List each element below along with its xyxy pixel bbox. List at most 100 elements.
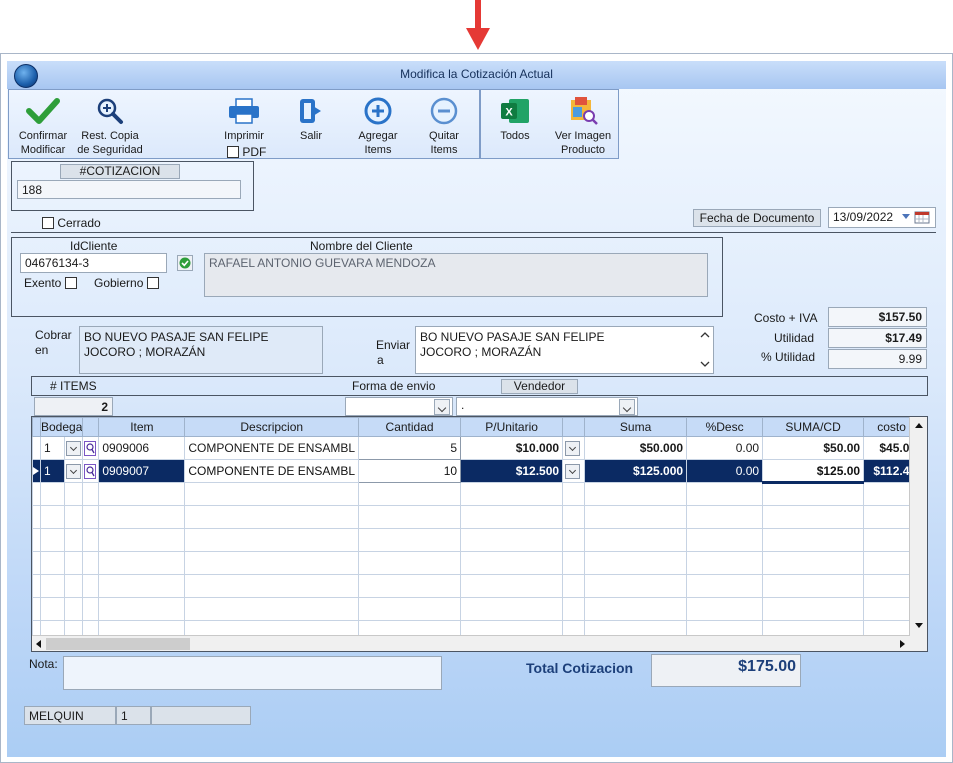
grid-vertical-scrollbar[interactable]: [909, 417, 927, 635]
closed-option[interactable]: Cerrado: [42, 215, 101, 230]
cell-descripcion[interactable]: COMPONENTE DE ENSAMBL: [184, 436, 360, 460]
client-id-field[interactable]: 04676134-3: [20, 253, 167, 273]
zoom-plus-icon: [97, 98, 123, 124]
view-product-image-button[interactable]: Ver Imagen Producto: [552, 97, 614, 157]
cell-desc-pct[interactable]: 0.00: [686, 436, 764, 460]
item-search-icon[interactable]: [84, 463, 97, 479]
pdf-checkbox[interactable]: [227, 145, 239, 158]
exit-button[interactable]: Salir: [288, 97, 334, 143]
checkmark-icon: [26, 98, 60, 124]
current-row-arrow-icon: [33, 467, 39, 475]
add-label-1: Agregar: [358, 130, 398, 142]
col-suma[interactable]: Suma: [584, 417, 688, 437]
items-table: Bodega Item Descripcion Cantidad P/Unita…: [32, 417, 921, 644]
table-row[interactable]: 1 0909006 COMPONENTE DE ENSAMBL 5 $10.00…: [32, 436, 921, 460]
cell-bodega-dd-wrap: [64, 459, 84, 483]
table-row-empty: [32, 528, 921, 552]
cell-cantidad[interactable]: 10: [358, 459, 462, 483]
cell-item[interactable]: 0909006: [98, 436, 186, 460]
seller-dropdown-icon[interactable]: [619, 399, 635, 415]
red-arrow-icon: [466, 0, 490, 50]
cell-descripcion[interactable]: COMPONENTE DE ENSAMBL: [184, 459, 360, 483]
col-search: [82, 417, 100, 437]
items-count-label: # ITEMS: [50, 379, 97, 393]
price-dropdown-icon[interactable]: [565, 463, 581, 479]
svg-text:X: X: [505, 107, 513, 119]
note-field[interactable]: [63, 656, 442, 690]
ship-to-label: Enviar a: [376, 338, 410, 368]
government-option[interactable]: Gobierno: [94, 275, 159, 290]
ship-to-label-1: Enviar: [376, 338, 411, 352]
government-checkbox[interactable]: [146, 276, 159, 289]
item-search-icon[interactable]: [84, 440, 97, 456]
cost-value: $157.50: [828, 307, 927, 327]
client-name-field[interactable]: RAFAEL ANTONIO GUEVARA MENDOZA: [204, 253, 708, 297]
col-descripcion[interactable]: Descripcion: [184, 417, 360, 437]
note-label: Nota:: [29, 657, 58, 671]
col-desc-pct[interactable]: %Desc: [686, 417, 764, 437]
table-row-empty: [32, 482, 921, 506]
cell-desc-pct[interactable]: 0.00: [686, 459, 764, 483]
remove-label-1: Quitar: [429, 130, 459, 142]
cell-sumacd: $125.00: [762, 459, 865, 484]
ship-to-label-2: a: [377, 353, 384, 367]
cell-item[interactable]: 0909007: [98, 459, 186, 483]
client-id-label: IdCliente: [70, 239, 118, 253]
cell-bodega[interactable]: 1: [39, 436, 66, 460]
price-dropdown-icon[interactable]: [565, 440, 581, 456]
exempt-option[interactable]: Exento: [24, 275, 77, 290]
grid-header-row: Bodega Item Descripcion Cantidad P/Unita…: [32, 417, 921, 437]
exempt-checkbox[interactable]: [64, 276, 77, 289]
bill-to-field[interactable]: BO NUEVO PASAJE SAN FELIPE JOCORO ; MORA…: [79, 326, 323, 374]
pdf-option[interactable]: PDF: [227, 144, 266, 159]
print-label: Imprimir: [224, 130, 264, 142]
grid-horizontal-scrollbar[interactable]: [32, 635, 910, 651]
closed-checkbox[interactable]: [42, 216, 54, 229]
restore-backup-button[interactable]: Rest. Copia de Seguridad: [76, 97, 144, 157]
horizontal-scroll-arrows-icon: [36, 638, 905, 650]
bodega-dropdown-icon[interactable]: [66, 463, 82, 479]
shipping-method-dropdown-icon[interactable]: [434, 399, 450, 415]
status-extra: [151, 706, 251, 725]
remove-items-button[interactable]: Quitar Items: [420, 97, 468, 157]
bill-to-label-1: Cobrar: [35, 328, 72, 342]
col-punitario[interactable]: P/Unitario: [460, 417, 564, 437]
client-verified-icon[interactable]: [177, 255, 193, 271]
cell-cantidad[interactable]: 5: [358, 436, 462, 460]
quote-number-field[interactable]: 188: [17, 180, 241, 199]
ship-to-scroll-icon[interactable]: [698, 329, 712, 371]
calendar-dropdown-icon[interactable]: [901, 211, 931, 224]
col-cantidad[interactable]: Cantidad: [358, 417, 462, 437]
ship-to-field[interactable]: BO NUEVO PASAJE SAN FELIPE JOCORO ; MORA…: [415, 326, 714, 374]
restore-label-1: Rest. Copia: [81, 130, 139, 142]
cell-search-wrap: [82, 459, 100, 483]
plus-circle-icon: [364, 97, 392, 125]
seller-label: Vendedor: [501, 379, 578, 394]
bill-line-1: BO NUEVO PASAJE SAN FELIPE: [84, 330, 269, 344]
cell-suma: $50.000: [584, 436, 688, 460]
bodega-dropdown-icon[interactable]: [66, 440, 82, 456]
cell-punitario[interactable]: $12.500: [460, 459, 564, 483]
cell-price-dd-wrap: [562, 436, 586, 460]
add-items-button[interactable]: Agregar Items: [352, 97, 404, 157]
ship-line-2: JOCORO ; MORAZÁN: [420, 345, 542, 359]
total-value: $175.00: [651, 654, 801, 687]
cell-punitario[interactable]: $10.000: [460, 436, 564, 460]
confirm-modify-button[interactable]: Confirmar Modificar: [12, 97, 74, 157]
cell-bodega[interactable]: 1: [39, 459, 66, 483]
col-sumacd[interactable]: SUMA/CD: [762, 417, 865, 437]
pdf-label: PDF: [242, 144, 267, 159]
col-bodega[interactable]: Bodega: [39, 417, 84, 437]
profit-label: Utilidad: [774, 331, 815, 345]
print-button[interactable]: Imprimir: [218, 97, 270, 143]
table-row-selected[interactable]: 1 0909007 COMPONENTE DE ENSAMBL 10 $12.5…: [32, 459, 921, 484]
col-item[interactable]: Item: [98, 417, 186, 437]
seller-select[interactable]: .: [456, 397, 638, 416]
export-all-excel-button[interactable]: X Todos: [492, 97, 538, 143]
divider-line: [11, 232, 936, 233]
government-label: Gobierno: [94, 275, 144, 290]
bill-to-label: Cobrar en: [35, 328, 72, 358]
profit-pct-value: 9.99: [828, 349, 927, 369]
exit-label: Salir: [299, 130, 322, 142]
image-label-1: Ver Imagen: [554, 130, 612, 142]
